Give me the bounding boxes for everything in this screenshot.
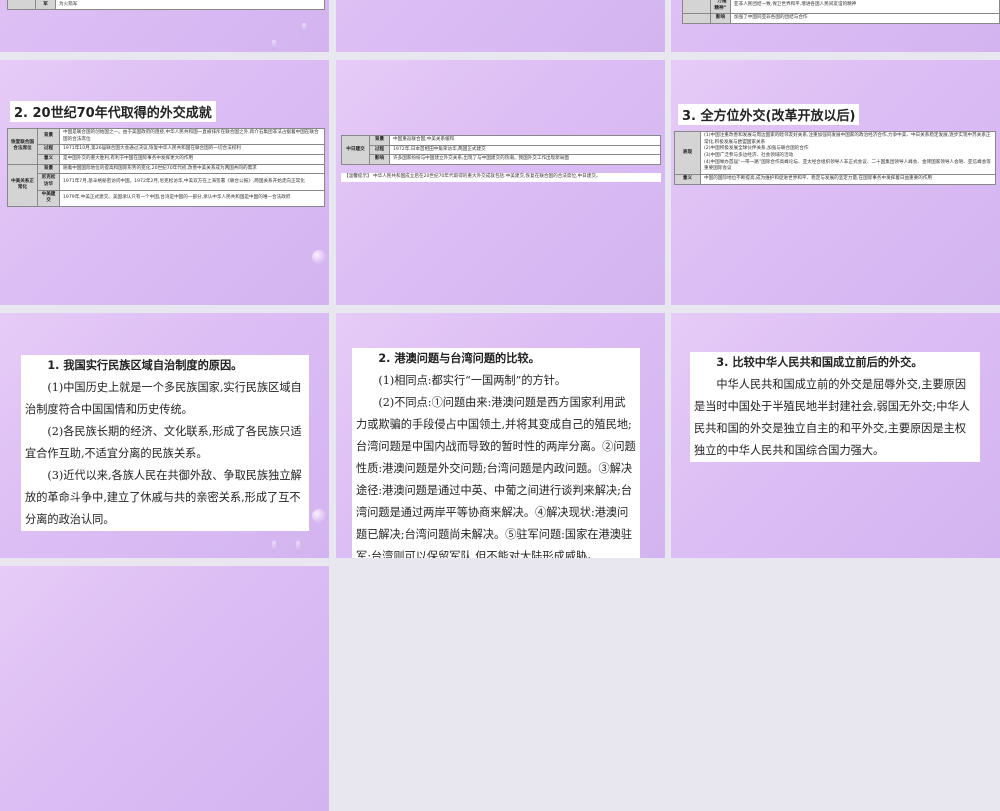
tip-text: 【温馨提示】 中华人民共和国成立后在20世纪70年代取得的重大外交成就包括:中美… (341, 173, 661, 182)
slide-thumbnail-3[interactable]: “万隆精神” 亚非人民团结一致,保卫世界和平,增进各国人民间友谊的精神 影响 加强了中… (671, 0, 1000, 52)
group-cell (7, 0, 36, 11)
table-row: 意义 中国的国际地位不断提高,成为维护和促进世界和平、稳定与发展的坚定力量,在国际… (674, 173, 996, 185)
row-label: “万隆精神” (710, 0, 731, 15)
row-group-label: 中日建交 (341, 135, 370, 165)
decoration-bar (272, 541, 276, 553)
slide-text: 2. 港澳问题与台湾问题的比较。 (1)相同点:都实行“一国两制”的方针。 (2)不… (352, 348, 640, 558)
decoration-bar (272, 40, 276, 50)
row-text: 加强了中国同亚非各国的团结与合作 (730, 13, 1000, 24)
table-row: 表现 (1)中国注重改善和发展与周边国家的睦邻友好关系,注重加强同发展中国家的政治… (674, 131, 996, 175)
slide-table: 表现 (1)中国注重改善和发展与周边国家的睦邻友好关系,注重加强同发展中国家的政治… (674, 131, 996, 185)
slide-text: 3. 比较中华人民共和国成立前后的外交。中华人民共和国成立前的外交是屈辱外交,主… (690, 352, 980, 462)
row-text: 1971年7月,基辛格秘密访问中国。1972年2月,尼克松访华,中美双方在上海签… (59, 173, 325, 191)
slide-thumbnail-9[interactable]: 3. 比较中华人民共和国成立前后的外交。中华人民共和国成立前的外交是屈辱外交,主… (671, 313, 1000, 558)
row-label: 影响 (710, 13, 731, 24)
row-text: 许多国家纷纷与中国建立外交关系,出现了与中国建交的热潮。我国外交工作出现新局面 (389, 154, 661, 165)
row-label: 火箭军 (35, 0, 56, 11)
slide-heading: 3. 比较中华人民共和国成立前后的外交。 (716, 356, 923, 369)
row-label: 过程 (37, 144, 60, 155)
slide-paragraph: (2)各民族长期的经济、文化联系,形成了各民族只适宜合作互助,不适宜分离的民族关… (25, 425, 302, 460)
decoration-orb (312, 509, 326, 523)
slide-title: 2. 20世纪70年代取得的外交成就 (10, 101, 216, 122)
slide-thumbnail-4[interactable]: 2. 20世纪70年代取得的外交成就 恢复联合国合法席位 背景 中国是联合国的创始国… (0, 60, 329, 305)
decoration-orb (312, 250, 326, 264)
slide-table: 火箭军(3)组成,由核导弹部队、常规导弹部队、作战保障部队等组成,目前装备东风系… (7, 0, 325, 11)
slide-thumbnail-5[interactable]: 中日建交 背景 中国重返联合国;中美关系缓和 过程 1972年,日本首相田中角荣访华,两… (336, 60, 665, 305)
row-label: 背景 (369, 135, 390, 146)
row-text: 1971年10月,第26届联合国大会通过决议,恢复中华人民共和国在联合国的一切合… (59, 144, 325, 155)
row-text: 随着中国国际地位的提高和国际形势的变化,20世纪70年代初,改善中美关系成为两国… (59, 163, 325, 175)
slide-thumbnail-7[interactable]: 1. 我国实行民族区域自治制度的原因。 (1)中国历史上就是一个多民族国家,实行民… (0, 313, 329, 558)
decoration-bar (296, 541, 300, 553)
slide-paragraph: (1)相同点:都实行“一国两制”的方针。 (378, 374, 567, 387)
row-text: 是中国外交的重大胜利,有利于中国在国际事务中发挥更大的作用 (59, 153, 325, 165)
row-text: 中国重返联合国;中美关系缓和 (389, 135, 661, 146)
table-row: 恢复联合国合法席位 背景 中国是联合国的创始国之一。由于美国政府的阻挠,中华人民共和… (7, 127, 325, 165)
row-label: 中美建交 (37, 189, 60, 207)
slide-paragraph: 中华人民共和国成立前的外交是屈辱外交,主要原因是当时中国处于半殖民地半封建社会,… (694, 378, 970, 457)
slide-table: “万隆精神” 亚非人民团结一致,保卫世界和平,增进各国人民间友谊的精神 影响 加强了中… (682, 0, 1000, 24)
slide-title: 3. 全方位外交(改革开放以后) (678, 104, 860, 125)
slide-thumbnail-6[interactable]: 3. 全方位外交(改革开放以后) 表现 (1)中国注重改善和发展与周边国家的睦邻友… (671, 60, 1000, 305)
row-text: (1)中国注重改善和发展与周边国家的睦邻友好关系,注重加强同发展中国家的政治经济… (700, 131, 996, 175)
table-row: 影响 许多国家纷纷与中国建立外交关系,出现了与中国建交的热潮。我国外交工作出现新局… (342, 154, 661, 165)
row-label: 表现 (674, 131, 701, 175)
slide-table: 中日建交 背景 中国重返联合国;中美关系缓和 过程 1972年,日本首相田中角荣访华,两… (341, 135, 661, 165)
row-text: 1979年,中美正式建交。美国承认只有一个中国,台湾是中国的一部分,承认中华人民… (59, 189, 325, 207)
row-group-label: 恢复联合国合法席位 (7, 128, 38, 165)
decoration-bar (302, 23, 306, 33)
row-text: 中国的国际地位不断提高,成为维护和促进世界和平、稳定与发展的坚定力量,在国际事务… (700, 173, 996, 185)
row-group-label: 中美关系正常化 (7, 163, 38, 207)
table-row: 过程 1971年10月,第26届联合国大会通过决议,恢复中华人民共和国在联合国的一… (8, 144, 325, 155)
row-text: (3)组成,由核导弹部队、常规导弹部队、作战保障部队等组成,目前装备东风系列导弹… (55, 0, 325, 11)
table-row: 火箭军(3)组成,由核导弹部队、常规导弹部队、作战保障部队等组成,目前装备东风系… (7, 0, 325, 11)
table-row: 尼克松访华 1971年7月,基辛格秘密访问中国。1972年2月,尼克松访华,中美双… (8, 173, 325, 191)
table-row: 过程 1972年,日本首相田中角荣访华,两国正式建交 (342, 144, 661, 156)
slide-text: 1. 我国实行民族区域自治制度的原因。 (1)中国历史上就是一个多民族国家,实行民… (21, 355, 309, 531)
slide-paragraph: (2)不同点:①问题由来:港澳问题是西方国家利用武力或欺骗的手段侵占中国领土,并… (356, 396, 636, 558)
row-text: 亚非人民团结一致,保卫世界和平,增进各国人民间友谊的精神 (730, 0, 1000, 15)
slide-thumbnail-2[interactable] (336, 0, 665, 52)
row-label: 意义 (674, 173, 701, 185)
group-cell (682, 0, 711, 15)
table-row: 意义 是中国外交的重大胜利,有利于中国在国际事务中发挥更大的作用 (8, 153, 325, 165)
slide-paragraph: (1)中国历史上就是一个多民族国家,实行民族区域自治制度符合中国国情和历史传统。 (25, 381, 302, 416)
slide-heading: 1. 我国实行民族区域自治制度的原因。 (47, 359, 243, 372)
row-label: 背景 (37, 163, 60, 175)
row-label: 过程 (369, 144, 390, 156)
table-row: “万隆精神” 亚非人民团结一致,保卫世界和平,增进各国人民间友谊的精神 (682, 0, 1000, 15)
group-cell (682, 13, 711, 24)
row-label: 影响 (369, 154, 390, 165)
slide-table: 恢复联合国合法席位 背景 中国是联合国的创始国之一。由于美国政府的阻挠,中华人民共和… (7, 127, 325, 207)
table-row: 中美建交 1979年,中美正式建交。美国承认只有一个中国,台湾是中国的一部分,承认… (8, 189, 325, 207)
table-row: 影响 加强了中国同亚非各国的团结与合作 (682, 13, 1000, 24)
slide-heading: 2. 港澳问题与台湾问题的比较。 (378, 352, 540, 365)
slide-thumbnail-1[interactable]: 火箭军(3)组成,由核导弹部队、常规导弹部队、作战保障部队等组成,目前装备东风系… (0, 0, 329, 52)
row-text: 1972年,日本首相田中角荣访华,两国正式建交 (389, 144, 661, 156)
row-label: 意义 (37, 153, 60, 165)
row-text: 中国是联合国的创始国之一。由于美国政府的阻挠,中华人民共和国一直被排斥在联合国之… (59, 127, 325, 146)
table-row: 中日建交 背景 中国重返联合国;中美关系缓和 (341, 135, 661, 165)
row-label: 尼克松访华 (37, 173, 60, 191)
row-label: 背景 (37, 127, 60, 146)
table-row: 中美关系正常化 背景 随着中国国际地位的提高和国际形势的变化,20世纪70年代初,改… (7, 163, 325, 207)
slide-thumbnail-10[interactable] (0, 566, 329, 811)
slide-thumbnail-8[interactable]: 2. 港澳问题与台湾问题的比较。 (1)相同点:都实行“一国两制”的方针。 (2)不… (336, 313, 665, 558)
slide-paragraph: (3)近代以来,各族人民在共御外敌、争取民族独立解放的革命斗争中,建立了休戚与共… (25, 469, 302, 526)
